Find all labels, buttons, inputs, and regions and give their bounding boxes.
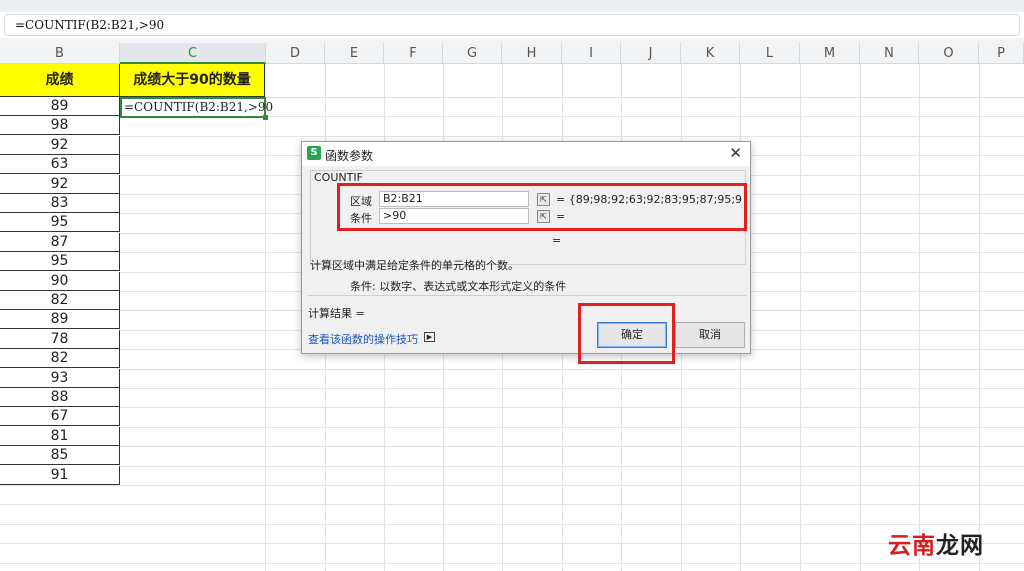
score-cell[interactable]: 91 [0,466,120,485]
column-header-b[interactable]: B [0,43,120,64]
column-header-c[interactable]: C [120,43,266,64]
score-cell[interactable]: 93 [0,369,120,388]
header-cell-score[interactable]: 成绩 [0,64,120,97]
grid-row-line [0,136,1024,137]
grid-row-line [0,427,1024,428]
score-cell[interactable]: 63 [0,155,120,174]
formula-bar[interactable]: =COUNTIF(B2:B21,>90 [4,14,1020,36]
cancel-button[interactable]: 取消 [675,322,745,348]
score-cell[interactable]: 95 [0,252,120,271]
column-header-o[interactable]: O [919,43,979,64]
column-header-row: B C D E F G H I J K L M N O P [0,43,1024,64]
header-cell-count-over-90[interactable]: 成绩大于90的数量 [120,64,265,97]
criteria-label: 条件 [350,212,372,225]
help-link[interactable]: 查看该函数的操作技巧 [308,331,418,347]
formula-bar-text: =COUNTIF(B2:B21,>90 [15,18,165,32]
range-input[interactable]: B2:B21 [379,191,529,207]
dialog-title: 函数参数 [325,149,374,163]
grid-row-line [0,446,1024,447]
column-header-m[interactable]: M [800,43,860,64]
active-cell-c2[interactable]: =COUNTIF(B2:B21,>90 [120,97,273,120]
watermark-part-1: 云南 [888,532,936,559]
score-cell[interactable]: 92 [0,136,120,155]
column-header-n[interactable]: N [860,43,919,64]
score-cell[interactable]: 82 [0,349,120,368]
dialog-title-bar: S 函数参数 ✕ [302,142,750,166]
score-cell[interactable]: 78 [0,330,120,349]
top-strip [0,0,1024,12]
range-result: = {89;98;92;63;92;83;95;87;95;9... [556,193,742,206]
grid-row-line [0,407,1024,408]
criteria-collapse-icon[interactable]: ⇱ [537,210,550,223]
column-header-p[interactable]: P [979,43,1024,64]
play-icon[interactable]: ▶ [424,332,435,342]
score-cell[interactable]: 67 [0,407,120,426]
criteria-input[interactable]: >90 [379,208,529,224]
grid-row-line [0,563,1024,564]
close-icon[interactable]: ✕ [729,144,742,162]
score-cell[interactable]: 87 [0,233,120,252]
function-description: 计算区域中满足给定条件的单元格的个数。 [310,259,519,272]
column-header-h[interactable]: H [502,43,562,64]
score-cell[interactable]: 83 [0,194,120,213]
range-collapse-icon[interactable]: ⇱ [537,193,550,206]
grid-row-line [0,466,1024,467]
function-arguments-dialog: S 函数参数 ✕ COUNTIF 区域 B2:B21 ⇱ = {89;98;92… [301,141,751,354]
column-header-j[interactable]: J [621,43,681,64]
score-cell[interactable]: 98 [0,116,120,135]
score-cell[interactable]: 88 [0,388,120,407]
column-header-k[interactable]: K [681,43,740,64]
score-cell[interactable]: 95 [0,213,120,232]
criteria-result: = [556,210,566,223]
calculation-result: 计算结果 = [308,307,365,320]
column-header-g[interactable]: G [443,43,502,64]
watermark: 云南龙网 [888,526,984,560]
score-cell[interactable]: 82 [0,291,120,310]
score-cell[interactable]: 90 [0,272,120,291]
grid-row-line [0,369,1024,370]
function-total-equals: = [552,234,562,247]
grid-row-line [0,388,1024,389]
watermark-part-2: 龙网 [936,532,984,559]
argument-help: 条件: 以数字、表达式或文本形式定义的条件 [350,280,567,293]
grid-row-line [0,524,1024,525]
score-cell[interactable]: 85 [0,446,120,465]
range-label: 区域 [350,195,372,208]
function-name: COUNTIF [314,171,363,184]
column-header-f[interactable]: F [384,43,443,64]
column-header-d[interactable]: D [266,43,325,64]
app-logo-icon: S [307,146,321,160]
score-cell[interactable]: 81 [0,427,120,446]
column-header-i[interactable]: I [562,43,621,64]
column-header-e[interactable]: E [325,43,384,64]
grid-row-line [0,485,1024,486]
grid-row-line [0,504,1024,505]
column-header-l[interactable]: L [740,43,800,64]
ok-button[interactable]: 确定 [597,322,667,348]
score-cell[interactable]: 92 [0,175,120,194]
score-cell[interactable]: 89 [0,97,120,116]
score-cell[interactable]: 89 [0,310,120,329]
divider [308,295,746,296]
grid-row-line [0,543,1024,544]
